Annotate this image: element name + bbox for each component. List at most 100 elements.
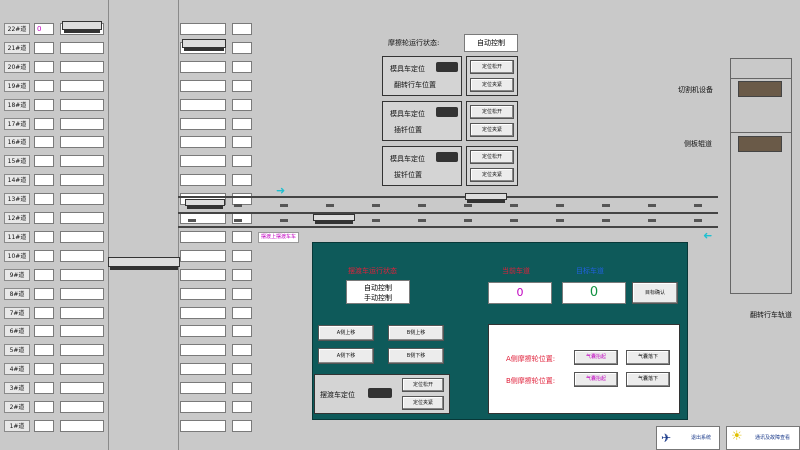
track-row: 16#道 <box>0 135 260 149</box>
track-label: 17#道 <box>4 117 30 130</box>
cutter-indicator <box>738 81 782 97</box>
a-side-down-button[interactable]: A侧下移 <box>318 348 374 364</box>
track-value <box>34 363 54 376</box>
exit-system-button[interactable]: ✈ 退出系统 <box>656 426 720 450</box>
track-value <box>34 401 54 413</box>
positioning-group: 模具车定位 插钎位置 定位松开 定位夹紧 <box>382 101 518 141</box>
track-label: 16#道 <box>4 136 30 149</box>
a-raise-label: 气囊抬起 <box>585 354 606 360</box>
rail-tie <box>648 204 656 207</box>
b-side-down-button[interactable]: B侧下移 <box>388 348 444 364</box>
track-label: 9#道 <box>4 268 30 281</box>
positioning-group: 模具车定位 拔钎位置 定位松开 定位夹紧 <box>382 146 518 186</box>
track-row: 15#道 <box>0 154 260 168</box>
target-confirm-button[interactable]: 目标确认 <box>632 282 678 304</box>
track-value <box>34 193 54 206</box>
a-raise-button[interactable]: 气囊抬起 <box>574 350 618 365</box>
rail-tie <box>602 204 610 207</box>
track-label: 6#道 <box>4 325 30 338</box>
mode-box: 自动控制 手动控制 <box>346 280 410 304</box>
ferry-position-label: 摆渡车定位 <box>320 391 355 399</box>
target-lane-input[interactable]: 0 <box>562 282 626 304</box>
track-value <box>34 212 54 224</box>
track-label: 7#道 <box>4 306 30 319</box>
rail-tie <box>234 219 242 222</box>
a-side-down-label: A侧下移 <box>336 353 356 359</box>
group-clamp-button[interactable]: 定位夹紧 <box>470 168 514 182</box>
friction-status-text: 自动控制 <box>477 39 505 47</box>
track-value: 0 <box>34 23 54 35</box>
cutter-label: 切割机设备 <box>678 86 713 94</box>
track-extra-slot <box>232 363 252 376</box>
group-open-button[interactable]: 定位松开 <box>470 60 514 74</box>
track-label: 14#道 <box>4 174 30 187</box>
track-extra-slot <box>232 344 252 357</box>
track-left-slot <box>60 401 104 413</box>
track-row: 2#道 <box>0 400 260 414</box>
track-label: 10#道 <box>4 249 30 262</box>
track-right-slot <box>180 382 226 395</box>
track-left-slot <box>60 306 104 319</box>
rail-car-1 <box>184 196 226 212</box>
current-lane-text: 0 <box>516 286 524 299</box>
rail-tie <box>418 204 426 207</box>
rail-tie <box>418 219 426 222</box>
b-lower-button[interactable]: 气囊落下 <box>626 372 670 387</box>
group-line1: 模具车定位 <box>390 65 425 73</box>
b-raise-label: 气囊抬起 <box>585 376 606 382</box>
track-row: 20#道 <box>0 60 260 74</box>
arrow-right-icon: ➜ <box>276 184 286 197</box>
track-label: 5#道 <box>4 344 30 357</box>
track-left-slot <box>60 212 104 224</box>
a-side-up-button[interactable]: A侧上移 <box>318 325 374 341</box>
track-value <box>34 268 54 281</box>
track-right-slot <box>180 23 226 35</box>
track-extra-slot <box>232 79 252 92</box>
rail-tie <box>188 219 196 222</box>
track-extra-slot <box>232 419 252 432</box>
a-lower-button[interactable]: 气囊落下 <box>626 350 670 365</box>
group-clamp-button[interactable]: 定位夹紧 <box>470 78 514 92</box>
rail-tie <box>510 219 518 222</box>
track-left-slot <box>60 136 104 149</box>
track-right-slot <box>180 174 226 187</box>
clamp-icon <box>436 107 458 117</box>
track-extra-slot <box>232 155 252 168</box>
track-extra-slot <box>232 382 252 395</box>
group-clamp-button[interactable]: 定位夹紧 <box>470 123 514 137</box>
track-right-slot <box>180 230 226 243</box>
group-line2: 插钎位置 <box>394 126 422 134</box>
track-left-slot <box>60 382 104 395</box>
track-right-slot <box>180 98 226 111</box>
group-open-button[interactable]: 定位松开 <box>470 150 514 164</box>
track-right-slot <box>180 363 226 376</box>
track-row: 4#道 <box>0 362 260 376</box>
track-right-slot <box>180 287 226 300</box>
ferry-open-button[interactable]: 定位松开 <box>402 378 444 392</box>
track-right-slot <box>180 117 226 130</box>
alarm-view-button[interactable]: ☀ 通讯及故障查看 <box>726 426 800 450</box>
track-value <box>34 344 54 357</box>
track-extra-slot <box>232 98 252 111</box>
track-row: 1#道 <box>0 419 260 433</box>
b-side-up-button[interactable]: B侧上移 <box>388 325 444 341</box>
group-open-button[interactable]: 定位松开 <box>470 105 514 119</box>
rail-tie <box>556 204 564 207</box>
track-value <box>34 230 54 243</box>
friction-status-value: 自动控制 <box>464 34 518 52</box>
track-label: 19#道 <box>4 79 30 92</box>
track-extra-slot <box>232 41 252 54</box>
track-left-slot <box>60 41 104 54</box>
b-raise-button[interactable]: 气囊抬起 <box>574 372 618 387</box>
arrow-left-icon: ➜ <box>703 229 713 242</box>
ferry-open-label: 定位松开 <box>412 382 433 388</box>
mode-title: 摆渡车运行状态 <box>348 267 397 275</box>
current-lane-value: 0 <box>488 282 552 304</box>
track-left-slot <box>60 98 104 111</box>
track-left-slot <box>60 193 104 206</box>
rail-tie <box>234 204 242 207</box>
ferry-clamp-button[interactable]: 定位夹紧 <box>402 396 444 410</box>
track-right-slot <box>180 401 226 413</box>
track-right-slot <box>180 325 226 338</box>
track-row: 3#道 <box>0 381 260 395</box>
